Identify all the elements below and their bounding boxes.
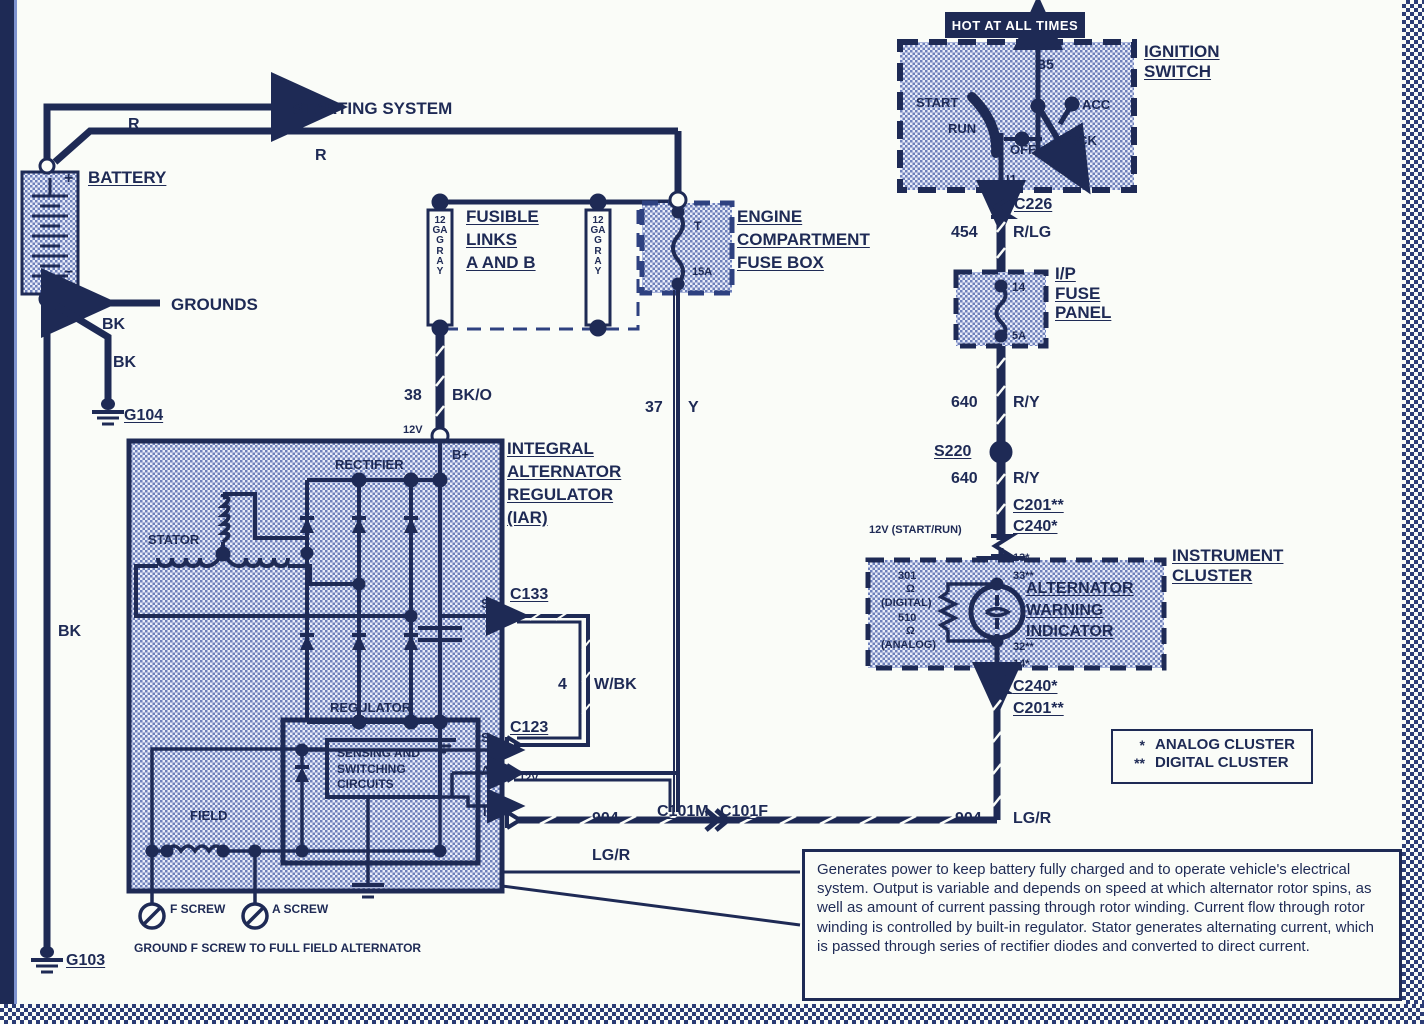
starting-system-label: STARTING SYSTEM [292, 99, 453, 118]
regulator-label: REGULATOR [330, 700, 412, 715]
alternator-terminal-i: I [483, 804, 487, 819]
wiring-diagram-page: HOT AT ALL TIMES IGNITION SWITCH B5 STAR… [0, 0, 1424, 1024]
circuit-640a-color: R/Y [1013, 394, 1040, 411]
battery-negative-label: − [64, 264, 74, 281]
bottom-edge-shadow [0, 1004, 1424, 1024]
resistance-digital-value: 301 [898, 570, 917, 582]
legend-analog-text: ANALOG CLUSTER [1155, 736, 1295, 753]
resistance-analog-label: (ANALOG) [881, 639, 936, 651]
ignition-terminal-i1-label: I1 [1006, 172, 1017, 187]
ignition-terminal-b5-label: B5 [1036, 56, 1054, 72]
alternator-terminal-s-top: S [481, 596, 490, 611]
connector-c101f-label: C101F [720, 803, 769, 820]
circuit-904a-number: 904 [592, 810, 619, 827]
circuit-4-number: 4 [558, 676, 567, 693]
circuit-r1-color: R [128, 116, 140, 133]
circuit-37-number: 37 [645, 399, 663, 416]
resistance-analog-value: 510 [898, 612, 917, 624]
circuit-640b-number: 640 [951, 470, 978, 487]
ignition-switch-label: IGNITION SWITCH [1144, 42, 1220, 81]
sensing-switching-label: SENSING AND SWITCHING CIRCUITS [337, 746, 420, 792]
resistance-digital-label: (DIGITAL) [881, 597, 932, 609]
connector-c240-bottom-label: C240* [1013, 678, 1058, 695]
f-screw-label: F SCREW [170, 902, 226, 916]
legend-digital-text: DIGITAL CLUSTER [1155, 754, 1289, 771]
connector-c226-label: C226 [1014, 196, 1053, 213]
ip-fuse-rating-label: 5A [1012, 330, 1027, 342]
alternator-bplus-voltage-label: 12V [403, 424, 423, 436]
instrument-cluster-label: INSTRUMENT CLUSTER [1172, 546, 1284, 585]
cluster-pin-32-label: 32** [1013, 641, 1034, 653]
circuit-904b-number: 904 [955, 810, 982, 827]
splice-s220-label: S220 [934, 443, 972, 460]
stator-label: STATOR [148, 532, 200, 547]
cluster-pin-14-label: 14* [1013, 658, 1030, 670]
circuit-454-color: R/LG [1013, 224, 1052, 241]
circuit-904b-color: LG/R [1013, 810, 1052, 827]
circuit-904a-color: LG/R [592, 847, 631, 864]
ip-fuse-id-label: 14 [1012, 280, 1026, 294]
fusible-link-a-gauge: 12 GA G R A Y [432, 215, 448, 277]
connector-c101m-label: C101M [657, 803, 709, 820]
battery-positive-label: + [64, 170, 74, 187]
alternator-terminal-s-lower: S [481, 730, 490, 745]
legend-analog-marker: * [1139, 736, 1145, 753]
circuit-38-color: BK/O [452, 387, 492, 404]
circuit-bk1-color: BK [102, 316, 126, 333]
engine-fuse-box-label: ENGINE COMPARTMENT FUSE BOX [737, 207, 870, 272]
alternator-warning-indicator-label: ALTERNATOR WARNING INDICATOR [1026, 580, 1134, 641]
connector-c201-bottom-label: C201** [1013, 700, 1064, 717]
connector-c123-label: C123 [510, 719, 549, 736]
a-screw-label: A SCREW [272, 902, 329, 916]
engine-fuse-rating-label: 15A [692, 266, 713, 278]
ip-fuse-panel-label: I/P FUSE PANEL [1055, 264, 1112, 323]
circuit-454-number: 454 [951, 224, 978, 241]
ground-g104-label: G104 [124, 407, 164, 424]
c123-a-voltage-label: 12V [519, 772, 539, 784]
fusible-link-b-gauge: 12 GA G R A Y [590, 215, 606, 277]
connector-c133-label: C133 [510, 586, 549, 603]
ignition-position-lock-label: LOCK [1060, 133, 1097, 148]
grounds-label: GROUNDS [171, 295, 258, 314]
connector-c201-top-label: C201** [1013, 497, 1064, 514]
fusible-links-label: FUSIBLE LINKS A AND B [466, 207, 539, 272]
resistance-digital-ohm: Ω [906, 583, 915, 595]
cluster-feed-voltage-label: 12V (START/RUN) [869, 524, 962, 536]
right-edge-shadow [1402, 0, 1424, 1024]
battery-label: BATTERY [88, 168, 167, 187]
circuit-bk3-color: BK [58, 623, 82, 640]
alternator-terminal-a: A [481, 763, 491, 778]
ground-f-screw-note: GROUND F SCREW TO FULL FIELD ALTERNATOR [134, 941, 422, 955]
circuit-640a-number: 640 [951, 394, 978, 411]
resistance-analog-ohm: Ω [906, 625, 915, 637]
rectifier-label: RECTIFIER [335, 457, 404, 472]
hot-at-all-times-badge: HOT AT ALL TIMES [945, 12, 1085, 38]
ignition-position-off-label: OFF [1010, 142, 1036, 157]
ignition-position-acc-label: ACC [1082, 97, 1111, 112]
legend-digital-marker: ** [1134, 754, 1145, 771]
circuit-bk2-color: BK [113, 354, 137, 371]
cluster-legend-box: * ANALOG CLUSTER ** DIGITAL CLUSTER [1111, 729, 1313, 784]
circuit-r2-color: R [315, 147, 327, 164]
circuit-640b-color: R/Y [1013, 470, 1040, 487]
ignition-position-run-label: RUN [948, 121, 977, 136]
engine-fuse-id-label: T [694, 219, 702, 233]
ignition-position-start-label: START [916, 95, 959, 110]
circuit-38-number: 38 [404, 387, 422, 404]
circuit-37-color: Y [688, 399, 699, 416]
circuit-4-color: W/BK [594, 676, 637, 693]
iar-label: INTEGRAL ALTERNATOR REGULATOR (IAR) [507, 439, 622, 527]
connector-c240-top-label: C240* [1013, 518, 1058, 535]
cluster-pin-13-label: 13* [1013, 552, 1030, 564]
alternator-description-box: Generates power to keep battery fully ch… [802, 849, 1402, 1001]
alternator-bplus-terminal-label: B+ [452, 447, 469, 462]
ground-g103-label: G103 [66, 952, 106, 969]
field-label: FIELD [190, 808, 228, 823]
